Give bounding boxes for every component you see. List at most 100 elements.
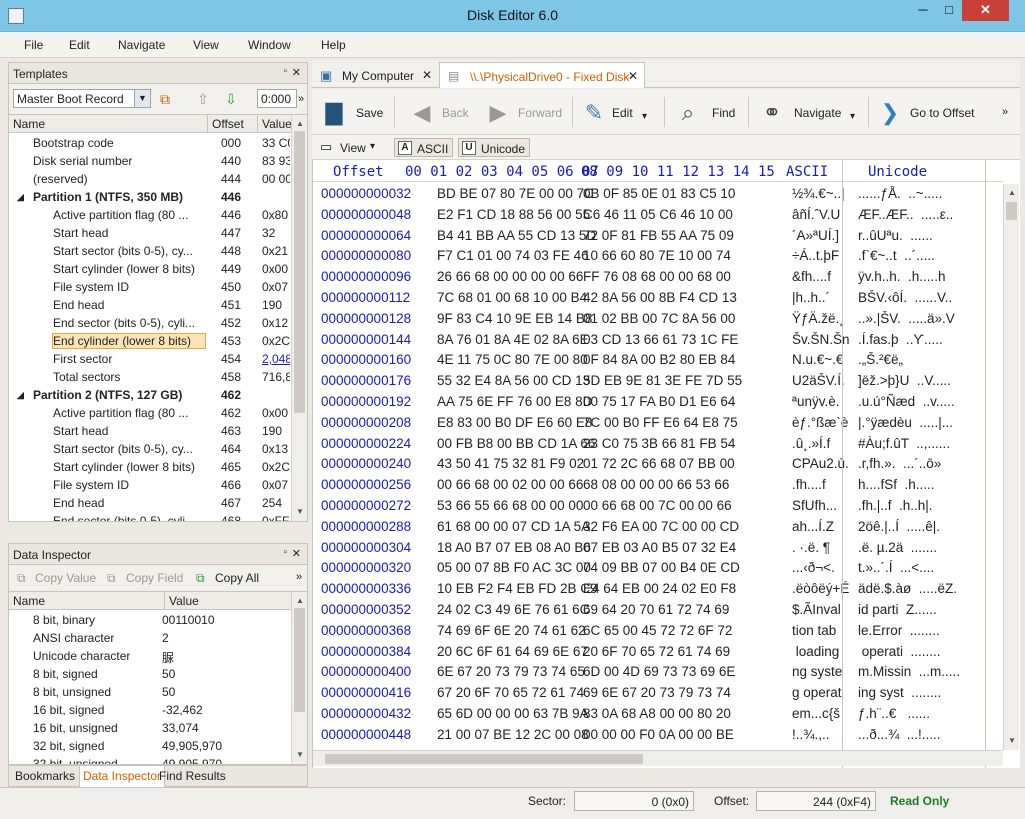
- template-row[interactable]: First sector 454 2,048: [9, 350, 290, 368]
- template-row[interactable]: End head 451 190: [9, 296, 289, 314]
- inspector-row[interactable]: 32 bit, signed 49,905,970: [9, 737, 289, 755]
- tab-bookmarks[interactable]: Bookmarks: [15, 769, 75, 783]
- go-to-offset-button[interactable]: ❯ Go to Offset: [876, 89, 986, 135]
- template-row[interactable]: Active partition flag (80 ... 446 0x80: [9, 206, 289, 224]
- hex-row[interactable]: 000000000144 8A 76 01 8A 4E 02 8A 6E 03 CD…: [313, 330, 1003, 351]
- tab-physical-drive[interactable]: ▤ \\.\PhysicalDrive0 - Fixed Disk ✕: [439, 62, 645, 88]
- hex-row[interactable]: 000000000288 61 68 00 00 07 CD 1A 5A 32 F6…: [313, 517, 1003, 538]
- menu-view[interactable]: View: [193, 38, 219, 52]
- menu-navigate[interactable]: Navigate: [118, 38, 165, 52]
- pin-icon[interactable]: ▫: [283, 66, 287, 77]
- close-tab-icon[interactable]: ✕: [628, 69, 638, 83]
- hex-row[interactable]: 000000000368 74 69 6F 6E 20 74 61 62 6C 65…: [313, 621, 1003, 642]
- ascii-toggle[interactable]: A ASCII: [394, 138, 454, 157]
- hex-row[interactable]: 000000000176 55 32 E4 8A 56 00 CD 13 5D EB…: [313, 371, 1003, 392]
- copy-value-button[interactable]: Copy Value: [35, 571, 96, 585]
- inspector-row[interactable]: ANSI character 2: [9, 629, 289, 647]
- inspector-row[interactable]: 32 bit, unsigned 49,905,970: [9, 755, 289, 764]
- tab-my-computer[interactable]: ▣ My Computer ✕: [312, 62, 438, 88]
- template-row[interactable]: (reserved) 444 00 00: [9, 170, 290, 188]
- hex-row[interactable]: 000000000080 F7 C1 01 00 74 03 FE 46 10 66…: [313, 246, 1003, 267]
- copy-field-button[interactable]: Copy Field: [126, 571, 183, 585]
- hex-row[interactable]: 000000000240 43 50 41 75 32 81 F9 02 01 72…: [313, 454, 1003, 475]
- templates-scrollbar[interactable]: ▲ ▼: [291, 115, 307, 521]
- forward-button[interactable]: ▶ Forward: [484, 89, 570, 135]
- template-row[interactable]: Active partition flag (80 ... 462 0x00: [9, 404, 289, 422]
- hex-row[interactable]: 000000000112 7C 68 01 00 68 10 00 B4 42 8A…: [313, 288, 1003, 309]
- col-offset[interactable]: Offset: [212, 117, 244, 131]
- col-name[interactable]: Name: [13, 117, 45, 131]
- hex-row[interactable]: 000000000096 26 66 68 00 00 00 00 66 FF 76…: [313, 267, 1003, 288]
- hex-row[interactable]: 000000000208 E8 83 00 B0 DF E6 60 E8 7C 00…: [313, 413, 1003, 434]
- tab-find-results[interactable]: Find Results: [159, 769, 226, 783]
- template-row[interactable]: Start cylinder (lower 8 bits) 465 0x2C: [9, 458, 290, 476]
- template-row[interactable]: End cylinder (lower 8 bits) 453 0x2C: [9, 332, 290, 350]
- hex-view[interactable]: Offset 00 01 02 03 04 05 06 07 08 09 10 …: [312, 160, 1020, 768]
- template-row[interactable]: Start head 447 32: [9, 224, 289, 242]
- template-row[interactable]: End sector (bits 0-5), cyli... 452 0x12: [9, 314, 289, 332]
- chevron-down-icon[interactable]: ▼: [134, 90, 150, 107]
- hex-row[interactable]: 000000000032 BD BE 07 80 7E 00 00 7C 0B 0F…: [313, 184, 1003, 205]
- hex-row[interactable]: 000000000448 21 00 07 BE 12 2C 00 08 00 00…: [313, 725, 1003, 746]
- template-row-value[interactable]: 2,048: [262, 352, 290, 366]
- template-row[interactable]: Start sector (bits 0-5), cy... 448 0x21: [9, 242, 289, 260]
- collapse-icon[interactable]: ◢: [17, 192, 24, 203]
- template-row[interactable]: End sector (bits 0-5), cyli... 468 0xFF: [9, 512, 289, 521]
- find-button[interactable]: ⌕ Find: [674, 89, 744, 135]
- close-window-button[interactable]: ✕: [962, 0, 1009, 21]
- hex-row[interactable]: 000000000384 20 6C 6F 61 64 69 6E 67 20 6F…: [313, 642, 1003, 663]
- template-row[interactable]: Bootstrap code 000 33 C0: [9, 134, 290, 152]
- template-row[interactable]: File system ID 466 0x07: [9, 476, 289, 494]
- save-button[interactable]: ▇ Save: [320, 89, 386, 135]
- inspector-row[interactable]: 8 bit, unsigned 50: [9, 683, 289, 701]
- hex-row[interactable]: 000000000416 67 20 6F 70 65 72 61 74 69 6E…: [313, 683, 1003, 704]
- hex-row[interactable]: 000000000336 10 EB F2 F4 EB FD 2B C9 E4 64…: [313, 579, 1003, 600]
- view-menu-button[interactable]: View: [340, 141, 366, 155]
- template-row[interactable]: End head 467 254: [9, 494, 289, 512]
- hex-row[interactable]: 000000000272 53 66 55 66 68 00 00 00 00 66…: [313, 496, 1003, 517]
- template-row[interactable]: Start cylinder (lower 8 bits) 449 0x00: [9, 260, 289, 278]
- menu-window[interactable]: Window: [248, 38, 291, 52]
- chevron-down-icon[interactable]: ▾: [850, 111, 855, 122]
- hex-hscroll[interactable]: [313, 750, 1003, 766]
- toolbar-overflow-icon[interactable]: »: [291, 89, 311, 109]
- hex-row[interactable]: 000000000192 AA 75 6E FF 76 00 E8 8D 00 75…: [313, 392, 1003, 413]
- hex-row[interactable]: 000000000400 6E 67 20 73 79 73 74 65 6D 00…: [313, 662, 1003, 683]
- template-select[interactable]: Master Boot Record ▼: [13, 89, 151, 108]
- template-apply-icon[interactable]: ⧉: [155, 89, 175, 109]
- col-value[interactable]: Value: [169, 594, 199, 608]
- unicode-toggle[interactable]: U Unicode: [458, 138, 531, 157]
- collapse-icon[interactable]: ◢: [17, 390, 24, 401]
- menu-edit[interactable]: Edit: [69, 38, 90, 52]
- hex-row[interactable]: 000000000160 4E 11 75 0C 80 7E 00 80 0F 84…: [313, 350, 1003, 371]
- inspector-row[interactable]: 8 bit, signed 50: [9, 665, 289, 683]
- maximize-button[interactable]: □: [936, 0, 962, 21]
- data-inspector-scrollbar[interactable]: ▲ ▼: [291, 592, 307, 764]
- template-row[interactable]: Start head 463 190: [9, 422, 289, 440]
- navigate-button[interactable]: ⚭ Navigate ▾: [758, 89, 868, 135]
- col-value[interactable]: Value: [262, 117, 292, 131]
- close-panel-icon[interactable]: ✕: [292, 547, 301, 560]
- hex-row[interactable]: 000000000064 B4 41 BB AA 55 CD 13 5D 72 0F…: [313, 226, 1003, 247]
- hex-row[interactable]: 000000000256 00 66 68 00 02 00 00 66 68 08…: [313, 475, 1003, 496]
- tab-data-inspector[interactable]: Data Inspector: [79, 766, 166, 787]
- close-tab-icon[interactable]: ✕: [422, 68, 432, 82]
- inspector-row[interactable]: 16 bit, signed -32,462: [9, 701, 289, 719]
- template-row[interactable]: Total sectors 458 716,8: [9, 368, 290, 386]
- chevron-down-icon[interactable]: ▾: [370, 141, 375, 152]
- hex-vscroll[interactable]: ▲ ▼: [1003, 184, 1019, 750]
- col-name[interactable]: Name: [13, 594, 45, 608]
- hex-row[interactable]: 000000000352 24 02 C3 49 6E 76 61 6C 69 64…: [313, 600, 1003, 621]
- hex-row[interactable]: 000000000048 E2 F1 CD 18 88 56 00 55 C6 46…: [313, 205, 1003, 226]
- toolbar-overflow-icon[interactable]: »: [1002, 106, 1008, 118]
- template-row[interactable]: Disk serial number 440 83 93: [9, 152, 290, 170]
- minimize-button[interactable]: ─: [910, 0, 936, 21]
- inspector-row[interactable]: Unicode character 脲: [9, 647, 289, 665]
- back-button[interactable]: ◀ Back: [408, 89, 474, 135]
- hex-row[interactable]: 000000000128 9F 83 C4 10 9E EB 14 B8 01 02…: [313, 309, 1003, 330]
- hex-row[interactable]: 000000000224 00 FB B8 00 BB CD 1A 66 23 C0…: [313, 434, 1003, 455]
- hex-row[interactable]: 000000000432 65 6D 00 00 00 63 7B 9A 83 0A…: [313, 704, 1003, 725]
- hex-row[interactable]: 000000000320 05 00 07 8B F0 AC 3C 00 74 09…: [313, 558, 1003, 579]
- hex-row[interactable]: 000000000304 18 A0 B7 07 EB 08 A0 B6 07 EB…: [313, 538, 1003, 559]
- arrow-up-icon[interactable]: ⇧: [193, 89, 213, 109]
